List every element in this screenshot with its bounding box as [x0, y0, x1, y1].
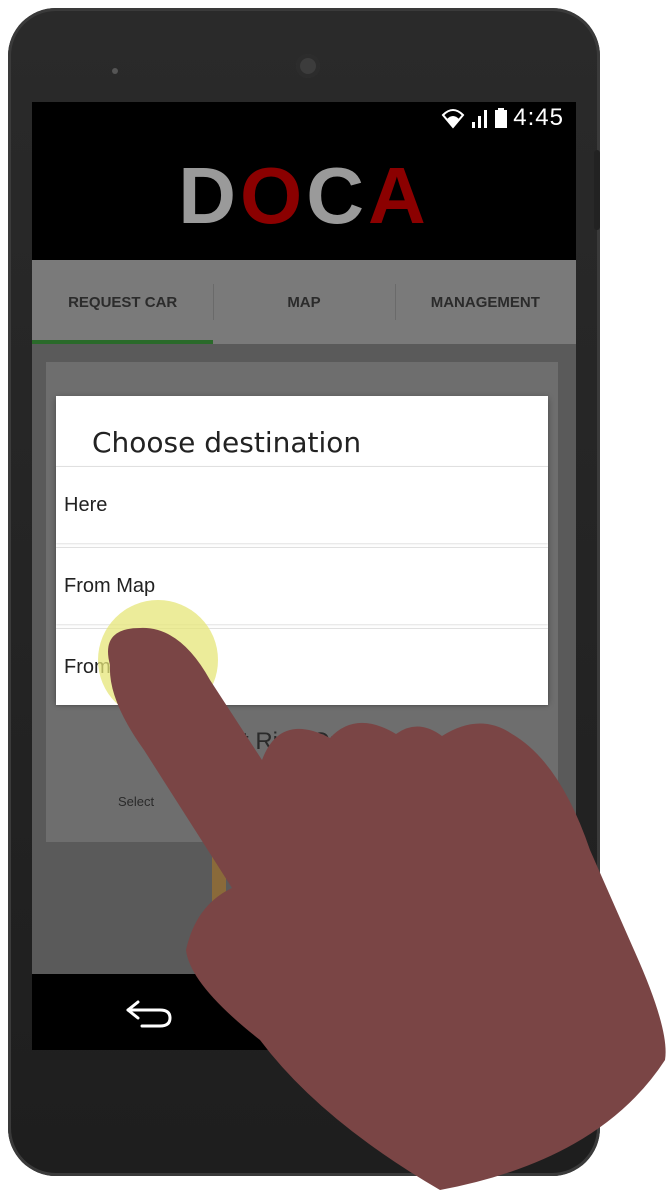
tab-request-car[interactable]: REQUEST CAR [32, 260, 214, 344]
logo-letter: O [239, 151, 307, 240]
status-bar: 4:45 [32, 102, 576, 132]
battery-icon [495, 108, 508, 128]
option-here[interactable]: Here [56, 466, 548, 543]
ride-options-subheading: to [282, 760, 303, 787]
phone-side-button [594, 150, 600, 230]
wifi-icon [441, 109, 465, 129]
status-icons: 4:45 [441, 104, 564, 132]
tab-management[interactable]: MANAGEMENT [394, 260, 576, 344]
phone-mockup-stage: 4:45 DOCA REQUEST CAR MAP MANAGEMENT t R… [0, 0, 672, 1196]
logo-letter: C [306, 151, 368, 240]
signal-icon [472, 110, 488, 128]
tab-label: REQUEST CAR [68, 293, 178, 311]
tab-label: MANAGEMENT [430, 293, 540, 311]
app-header: DOCA [32, 132, 576, 260]
ride-options-heading: t Ride Optic [242, 728, 368, 755]
back-icon[interactable] [124, 994, 178, 1030]
tab-label: MAP [287, 293, 321, 311]
status-time: 4:45 [513, 104, 564, 131]
phone-screen: 4:45 DOCA REQUEST CAR MAP MANAGEMENT t R… [32, 102, 576, 1050]
background-strip [212, 844, 226, 984]
tab-map[interactable]: MAP [213, 260, 394, 344]
navigation-bar [32, 974, 576, 1050]
logo-letter: D [178, 151, 240, 240]
select-hint: Select [118, 794, 155, 809]
app-logo: DOCA [178, 150, 430, 242]
touch-indicator [98, 600, 218, 720]
front-camera [296, 54, 320, 78]
tab-bar: REQUEST CAR MAP MANAGEMENT [32, 260, 576, 344]
speaker-dot [112, 68, 118, 74]
dialog-title: Choose destination [92, 426, 362, 459]
logo-letter: A [368, 151, 430, 240]
